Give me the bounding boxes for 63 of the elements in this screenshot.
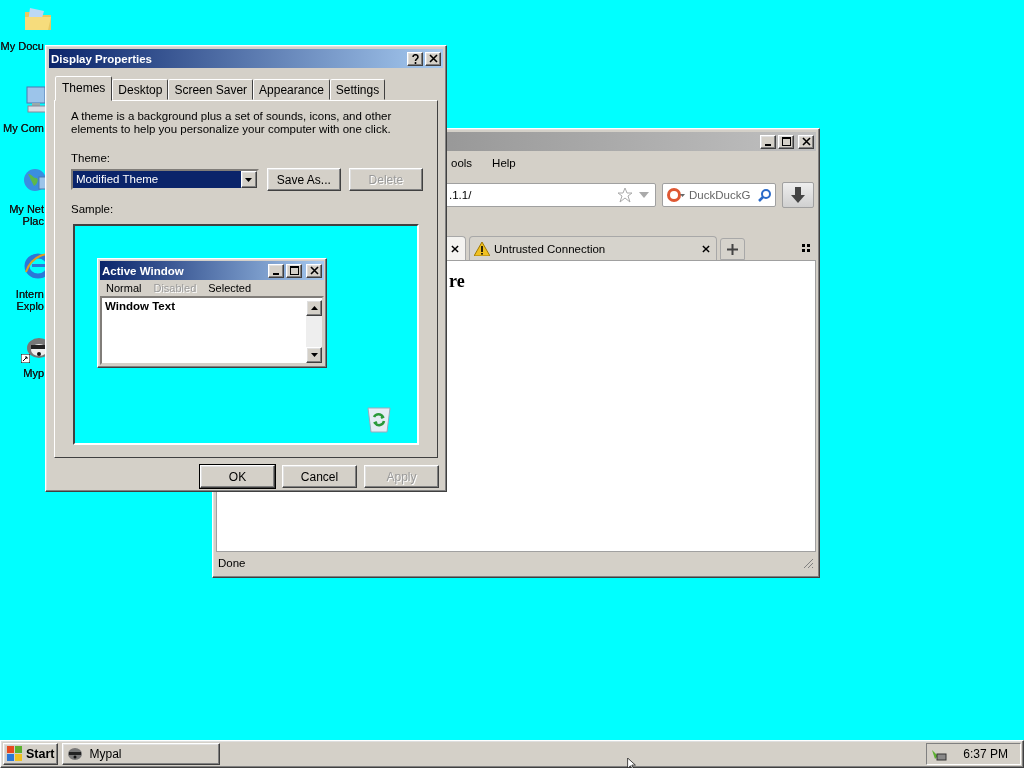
search-field[interactable]: DuckDuckG — [662, 182, 776, 207]
menu-item[interactable]: Help — [492, 157, 516, 175]
maximize-button[interactable] — [286, 263, 302, 278]
dialog-button[interactable]: OK — [200, 465, 275, 488]
close-button[interactable] — [425, 51, 441, 66]
close-icon — [309, 266, 319, 275]
clock: 6:37 PM — [963, 747, 1008, 761]
page-heading: re — [449, 271, 465, 291]
icon-label: Plac — [22, 215, 44, 227]
maximize-icon — [289, 266, 299, 275]
close-button[interactable] — [306, 263, 322, 278]
icon-label: My Net — [9, 203, 44, 215]
icon-label: Intern — [15, 288, 44, 300]
maximize-icon — [781, 137, 791, 146]
down-arrow-icon — [310, 353, 318, 357]
start-button[interactable]: Start — [3, 743, 59, 765]
theme-dropdown[interactable]: Modified Theme — [71, 169, 259, 190]
icon-label: My Com — [3, 122, 44, 134]
taskbar-button[interactable]: Mypal — [62, 743, 221, 765]
new-tab-button[interactable] — [720, 238, 745, 260]
minimize-button[interactable] — [268, 263, 284, 278]
close-icon — [801, 137, 811, 146]
window-title: Display Properties — [51, 52, 153, 65]
star-icon[interactable] — [617, 186, 633, 203]
sample-text-area: Window Text — [100, 296, 324, 365]
tab[interactable]: Settings — [329, 79, 386, 100]
resize-grip-icon[interactable] — [803, 557, 814, 569]
theme-button[interactable]: Save As... — [266, 168, 341, 191]
theme-label: Theme: — [71, 152, 111, 164]
minimize-icon — [765, 143, 771, 146]
close-icon — [428, 54, 438, 63]
tab[interactable]: Screen Saver — [168, 79, 254, 100]
sample-window-title: Active Window — [102, 264, 185, 277]
download-button[interactable] — [782, 181, 814, 208]
up-arrow-icon — [310, 306, 318, 310]
dialog-button[interactable]: Cancel — [282, 465, 357, 488]
tab-close-icon — [451, 244, 459, 253]
sample-label: Sample: — [71, 203, 115, 215]
tab-close-icon — [702, 244, 710, 253]
status-text: Done — [218, 557, 246, 569]
tab-list-icon[interactable] — [802, 244, 810, 252]
maximize-button[interactable] — [778, 134, 794, 149]
search-icon[interactable] — [758, 187, 772, 202]
windows-logo-icon — [7, 746, 23, 762]
tab[interactable]: Appearance — [253, 79, 330, 100]
icon-label: Myp — [23, 367, 44, 379]
description-text: A theme is a background plus a set of sounds, icons, and other elements to help you personalize your computer with one click. — [71, 110, 393, 136]
down-arrow-icon — [245, 177, 253, 182]
duck-logo-icon[interactable] — [666, 186, 686, 203]
tab[interactable]: Desktop — [112, 79, 169, 100]
browser-tab[interactable]: Untrusted Connection — [469, 236, 717, 260]
minimize-icon — [273, 272, 279, 275]
down-arrow-icon — [791, 186, 805, 203]
raccoon-icon — [67, 747, 84, 761]
minimize-button[interactable] — [760, 134, 776, 149]
icon-label: My Docu — [0, 40, 44, 52]
close-button[interactable] — [798, 134, 814, 149]
tab[interactable]: Themes — [55, 76, 113, 101]
help-icon — [411, 53, 419, 64]
menu-item[interactable]: ools — [451, 157, 473, 175]
help-button[interactable] — [407, 51, 423, 66]
plus-icon — [727, 243, 738, 255]
icon-label: Explo — [16, 300, 44, 312]
